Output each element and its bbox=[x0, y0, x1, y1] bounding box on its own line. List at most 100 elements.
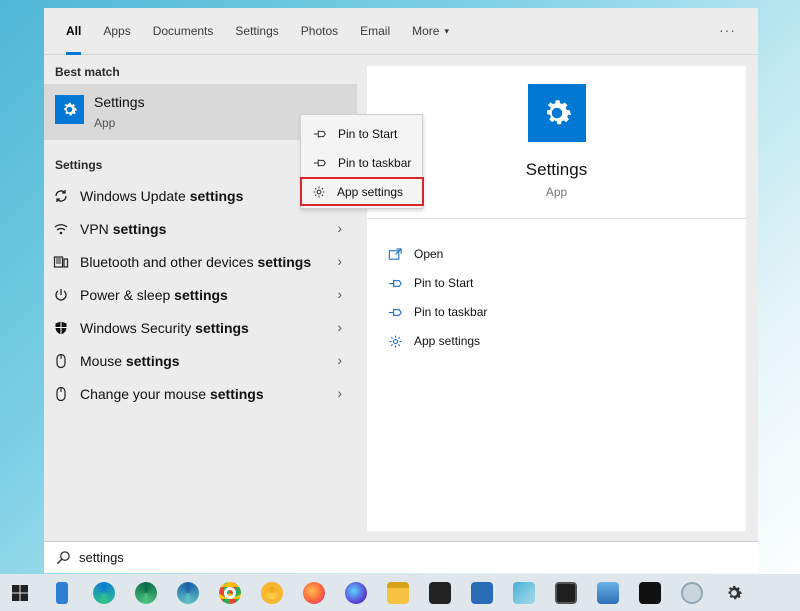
taskbar-chrome[interactable] bbox=[214, 574, 246, 611]
settings-app-icon-large bbox=[528, 84, 586, 142]
list-item-bluetooth[interactable]: Bluetooth and other devices settings › bbox=[44, 246, 357, 278]
chevron-right-icon[interactable]: › bbox=[337, 319, 342, 335]
preview-pane: Settings App Open Pin to Start Pin to ta… bbox=[367, 66, 746, 531]
firefox-icon bbox=[303, 581, 325, 604]
taskbar-photos[interactable] bbox=[592, 574, 624, 611]
list-item-power-sleep[interactable]: Power & sleep settings › bbox=[44, 279, 357, 311]
list-item-label: Windows Security settings bbox=[80, 320, 249, 336]
action-label: Pin to taskbar bbox=[414, 305, 488, 319]
taskbar-settings[interactable] bbox=[718, 574, 750, 611]
tab-label: More bbox=[412, 24, 440, 38]
search-input[interactable] bbox=[79, 550, 679, 565]
tab-photos[interactable]: Photos bbox=[301, 8, 338, 55]
gear-icon bbox=[387, 333, 403, 349]
power-icon bbox=[53, 287, 69, 303]
taskbar-command-prompt[interactable] bbox=[634, 574, 666, 611]
open-icon bbox=[387, 246, 403, 262]
settings-heading: Settings bbox=[55, 158, 103, 172]
action-open[interactable]: Open bbox=[387, 243, 443, 265]
pin-icon bbox=[312, 156, 328, 170]
gear-icon bbox=[728, 585, 742, 599]
taskbar-phone[interactable] bbox=[46, 574, 78, 611]
powershell-icon bbox=[471, 581, 493, 604]
taskbar-edge-canary[interactable] bbox=[172, 574, 204, 611]
tab-label: All bbox=[66, 24, 82, 38]
taskbar-firefox[interactable] bbox=[298, 574, 330, 611]
action-label: App settings bbox=[414, 334, 481, 348]
context-pin-to-start[interactable]: Pin to Start bbox=[303, 120, 420, 147]
chevron-down-icon: ▾ bbox=[444, 25, 450, 36]
action-pin-to-start[interactable]: Pin to Start bbox=[387, 272, 473, 294]
context-pin-to-taskbar[interactable]: Pin to taskbar bbox=[303, 149, 420, 176]
taskbar-edge[interactable] bbox=[88, 574, 120, 611]
more-options-button[interactable]: ··· bbox=[719, 22, 736, 38]
tab-label: Documents bbox=[152, 24, 214, 38]
taskbar-app-blue[interactable] bbox=[508, 574, 540, 611]
tab-more[interactable]: More ▾ bbox=[412, 8, 449, 55]
tab-apps[interactable]: Apps bbox=[103, 8, 130, 55]
search-box bbox=[44, 541, 758, 573]
action-pin-to-taskbar[interactable]: Pin to taskbar bbox=[387, 301, 487, 323]
mouse-icon bbox=[53, 353, 69, 369]
search-icon bbox=[56, 550, 71, 565]
pin-icon bbox=[312, 127, 328, 141]
tab-documents[interactable]: Documents bbox=[153, 8, 214, 55]
taskbar-powershell[interactable] bbox=[466, 574, 498, 611]
filter-tabs: All Apps Documents Settings Photos Email… bbox=[44, 8, 758, 55]
best-match-heading: Best match bbox=[55, 65, 120, 79]
app-icon bbox=[513, 581, 535, 604]
list-item-label: Power & sleep settings bbox=[80, 287, 228, 303]
list-item-label: Mouse settings bbox=[80, 353, 180, 369]
context-item-label: Pin to taskbar bbox=[338, 155, 412, 170]
chevron-right-icon[interactable]: › bbox=[337, 286, 342, 302]
list-item-windows-security[interactable]: Windows Security settings › bbox=[44, 312, 357, 344]
list-item-mouse[interactable]: Mouse settings › bbox=[44, 345, 357, 377]
chevron-right-icon[interactable]: › bbox=[337, 385, 342, 401]
tab-label: Email bbox=[360, 24, 391, 38]
vpn-icon bbox=[681, 581, 703, 604]
taskbar-vpn[interactable] bbox=[676, 574, 708, 611]
chrome-icon bbox=[219, 581, 241, 604]
context-app-settings[interactable]: App settings bbox=[300, 177, 424, 206]
action-label: Pin to Start bbox=[414, 276, 474, 290]
chevron-right-icon[interactable]: › bbox=[337, 253, 342, 269]
taskbar-file-explorer[interactable] bbox=[382, 574, 414, 611]
list-item-change-mouse[interactable]: Change your mouse settings › bbox=[44, 378, 357, 410]
taskbar-chrome-canary[interactable] bbox=[256, 574, 288, 611]
shield-icon bbox=[53, 320, 69, 336]
context-item-label: Pin to Start bbox=[338, 126, 398, 141]
taskbar bbox=[0, 574, 800, 611]
taskbar-firefox-nightly[interactable] bbox=[340, 574, 372, 611]
edge-canary-icon bbox=[177, 581, 199, 604]
mouse-icon bbox=[53, 386, 69, 402]
list-item-label: Windows Update settings bbox=[80, 188, 244, 204]
command-prompt-icon bbox=[639, 581, 661, 604]
tab-label: Photos bbox=[300, 24, 339, 38]
refresh-icon bbox=[53, 188, 69, 204]
gear-icon bbox=[547, 100, 572, 125]
action-label: Open bbox=[414, 247, 444, 261]
chevron-right-icon[interactable]: › bbox=[337, 352, 342, 368]
settings-app-icon bbox=[55, 95, 84, 124]
gear-icon bbox=[311, 185, 327, 199]
edge-icon bbox=[93, 581, 115, 604]
chrome-canary-icon bbox=[261, 581, 283, 604]
start-button[interactable] bbox=[4, 574, 36, 611]
taskbar-edge-dev[interactable] bbox=[130, 574, 162, 611]
divider bbox=[367, 218, 746, 219]
phone-icon bbox=[56, 581, 68, 604]
folder-icon bbox=[387, 581, 409, 604]
vpn-icon bbox=[53, 221, 69, 237]
best-match-subtitle: App bbox=[94, 116, 116, 130]
list-item-vpn[interactable]: VPN settings › bbox=[44, 213, 357, 245]
tab-all[interactable]: All bbox=[66, 8, 82, 55]
devices-icon bbox=[53, 254, 69, 270]
tab-email[interactable]: Email bbox=[360, 8, 390, 55]
tab-settings[interactable]: Settings bbox=[235, 8, 278, 55]
taskbar-terminal[interactable] bbox=[550, 574, 582, 611]
gear-icon bbox=[64, 102, 77, 116]
chevron-right-icon[interactable]: › bbox=[337, 220, 342, 236]
store-icon bbox=[429, 581, 451, 604]
action-app-settings[interactable]: App settings bbox=[387, 330, 480, 352]
taskbar-store[interactable] bbox=[424, 574, 456, 611]
